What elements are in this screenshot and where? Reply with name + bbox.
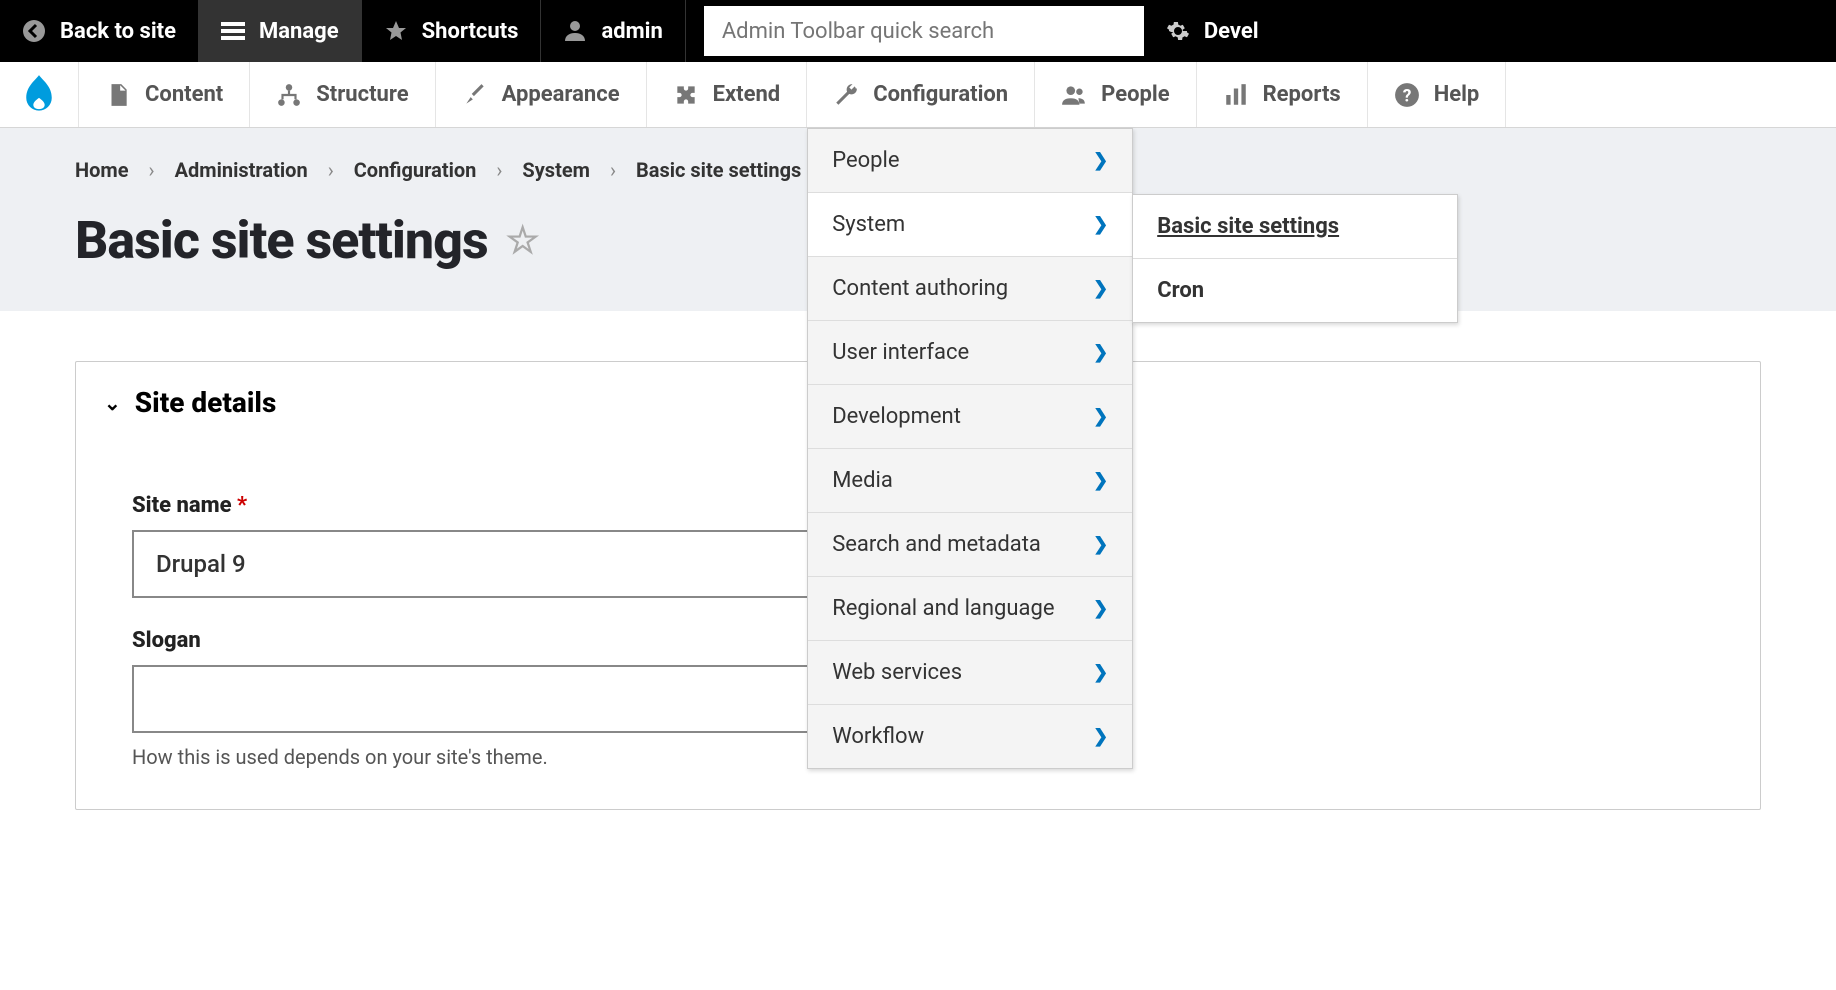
menu-reports[interactable]: Reports [1197,62,1368,127]
drupal-icon [22,75,56,115]
dropdown-content-authoring-label: Content authoring [832,276,1008,301]
configuration-dropdown: People ❯ System ❯ Content authoring ❯ User … [807,128,1133,769]
admin-toolbar-search-input[interactable] [704,6,1144,56]
dropdown-content-authoring[interactable]: Content authoring ❯ [808,257,1132,321]
submenu-basic-site-settings-label: Basic site settings [1157,214,1339,239]
search-container [686,0,1144,62]
top-toolbar: Back to site Manage Shortcuts admin Deve… [0,0,1836,62]
chevron-right-icon: ❯ [1093,278,1108,299]
dropdown-development-label: Development [832,404,961,429]
submenu-cron-label: Cron [1157,278,1204,303]
help-icon: ? [1394,82,1420,108]
slogan-label-text: Slogan [132,628,201,653]
site-name-label-text: Site name [132,493,232,518]
system-submenu: Basic site settings Cron [1132,194,1458,323]
admin-user-button[interactable]: admin [541,0,685,62]
dropdown-search-metadata[interactable]: Search and metadata ❯ [808,513,1132,577]
menu-reports-label: Reports [1263,82,1341,107]
required-asterisk: * [237,493,247,518]
menu-structure-label: Structure [316,82,408,107]
menu-configuration-label: Configuration [873,82,1008,107]
breadcrumb-home[interactable]: Home [75,158,129,182]
admin-toolbar: Content Structure Appearance Extend Conf… [0,62,1836,128]
dropdown-regional-language-label: Regional and language [832,596,1054,621]
file-icon [105,82,131,108]
dropdown-system-label: System [832,212,905,237]
arrow-left-circle-icon [22,19,46,43]
shortcut-star-icon[interactable]: ☆ [506,218,539,263]
menu-content[interactable]: Content [79,62,250,127]
svg-text:?: ? [1402,86,1411,106]
dropdown-workflow[interactable]: Workflow ❯ [808,705,1132,768]
site-details-summary-label: Site details [135,386,277,419]
back-to-site-label: Back to site [60,19,176,44]
dropdown-development[interactable]: Development ❯ [808,385,1132,449]
chevron-right-icon: ❯ [1093,598,1108,619]
devel-label: Devel [1204,19,1259,44]
breadcrumb-administration[interactable]: Administration [175,158,308,182]
menu-appearance[interactable]: Appearance [436,62,647,127]
back-to-site-button[interactable]: Back to site [0,0,199,62]
hamburger-icon [221,19,245,43]
manage-label: Manage [259,19,339,44]
chevron-right-icon: ❯ [1093,726,1108,747]
menu-structure[interactable]: Structure [250,62,435,127]
dropdown-system[interactable]: System ❯ [808,193,1132,257]
dropdown-media-label: Media [832,468,893,493]
dropdown-user-interface[interactable]: User interface ❯ [808,321,1132,385]
submenu-cron[interactable]: Cron [1133,259,1457,322]
gear-icon [1166,19,1190,43]
menu-people[interactable]: People [1035,62,1196,127]
user-icon [563,19,587,43]
submenu-basic-site-settings[interactable]: Basic site settings [1133,195,1457,259]
dropdown-search-metadata-label: Search and metadata [832,532,1041,557]
chevron-right-icon: ❯ [1093,662,1108,683]
menu-help-label: Help [1434,82,1480,107]
devel-button[interactable]: Devel [1144,0,1281,62]
menu-content-label: Content [145,82,223,107]
dropdown-user-interface-label: User interface [832,340,969,365]
dropdown-media[interactable]: Media ❯ [808,449,1132,513]
dropdown-workflow-label: Workflow [832,724,924,749]
wrench-icon [833,82,859,108]
breadcrumb-current: Basic site settings [636,158,801,182]
menu-extend-label: Extend [713,82,781,107]
menu-configuration[interactable]: Configuration People❯ System❯ Content au… [807,62,1035,127]
breadcrumb-configuration[interactable]: Configuration [354,158,477,182]
breadcrumb-separator: › [328,158,334,182]
breadcrumb-separator: › [496,158,502,182]
chevron-right-icon: ❯ [1093,342,1108,363]
chevron-right-icon: ❯ [1093,150,1108,171]
breadcrumb-separator: › [610,158,616,182]
dropdown-web-services[interactable]: Web services ❯ [808,641,1132,705]
menu-appearance-label: Appearance [502,82,620,107]
dropdown-web-services-label: Web services [832,660,962,685]
menu-help[interactable]: ? Help [1368,62,1507,127]
manage-button[interactable]: Manage [199,0,362,62]
paintbrush-icon [462,82,488,108]
people-icon [1061,82,1087,108]
star-icon [384,19,408,43]
chevron-right-icon: ❯ [1093,534,1108,555]
hierarchy-icon [276,82,302,108]
chevron-right-icon: ❯ [1093,214,1108,235]
dropdown-people[interactable]: People ❯ [808,129,1132,193]
chevron-down-icon: ⌄ [104,391,121,415]
breadcrumb-separator: › [149,158,155,182]
dropdown-people-label: People [832,148,899,173]
shortcuts-button[interactable]: Shortcuts [362,0,542,62]
menu-extend[interactable]: Extend [647,62,808,127]
puzzle-icon [673,82,699,108]
page-title-text: Basic site settings [75,210,488,271]
dropdown-regional-language[interactable]: Regional and language ❯ [808,577,1132,641]
barchart-icon [1223,82,1249,108]
chevron-right-icon: ❯ [1093,406,1108,427]
chevron-right-icon: ❯ [1093,470,1108,491]
breadcrumb-system[interactable]: System [522,158,590,182]
drupal-logo[interactable] [0,62,79,127]
shortcuts-label: Shortcuts [422,19,519,44]
menu-people-label: People [1101,82,1169,107]
admin-user-label: admin [601,19,662,44]
